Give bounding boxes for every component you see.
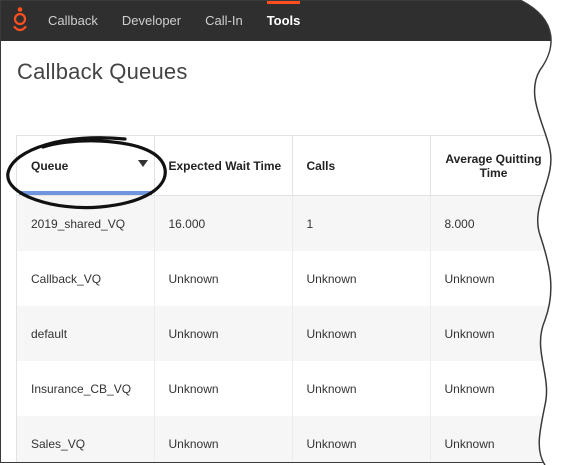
column-header-label: Expected Wait Time (168, 158, 282, 173)
column-header-label: Average Quitting Time (445, 151, 542, 180)
calls-cell: 1 (292, 195, 431, 251)
calls-cell: Unknown (292, 361, 431, 416)
table-row[interactable]: default Unknown Unknown Unknown (17, 306, 558, 361)
table-row[interactable]: Callback_VQ Unknown Unknown Unknown (17, 251, 558, 306)
genesys-logo-icon[interactable] (10, 6, 30, 36)
calls-cell: Unknown (292, 416, 431, 462)
queues-table: Queue Expected Wait Time Calls Average Q… (16, 135, 558, 462)
nav-item-call-in[interactable]: Call-In (205, 1, 243, 41)
app-window: Callback Developer Call-In Tools Callbac… (0, 0, 562, 463)
calls-cell: Unknown (292, 251, 431, 306)
column-header-queue[interactable]: Queue (17, 136, 155, 196)
queue-cell: Callback_VQ (17, 251, 155, 306)
expected-wait-cell: Unknown (154, 361, 293, 416)
avg-quitting-cell: 8.000 (430, 195, 558, 251)
column-header-calls[interactable]: Calls (292, 136, 431, 196)
expected-wait-cell: Unknown (154, 251, 293, 306)
avg-quitting-cell: Unknown (430, 251, 558, 306)
top-navigation-bar: Callback Developer Call-In Tools (1, 1, 561, 41)
expected-wait-cell: 16.000 (154, 195, 293, 251)
sort-down-icon[interactable] (137, 160, 148, 167)
table-row[interactable]: Sales_VQ Unknown Unknown Unknown (17, 416, 558, 462)
avg-quitting-cell: Unknown (430, 361, 558, 416)
queue-cell: default (17, 306, 155, 361)
table-row[interactable]: Insurance_CB_VQ Unknown Unknown Unknown (17, 361, 558, 416)
page-title: Callback Queues (17, 59, 188, 84)
nav-item-developer[interactable]: Developer (122, 1, 181, 41)
nav-item-tools[interactable]: Tools (266, 1, 300, 41)
expected-wait-cell: Unknown (154, 306, 293, 361)
table-row[interactable]: 2019_shared_VQ 16.000 1 8.000 (17, 195, 558, 251)
column-header-label: Queue (31, 158, 69, 173)
queue-cell: Sales_VQ (17, 416, 155, 462)
column-header-label: Calls (306, 158, 336, 173)
column-header-average-quitting-time[interactable]: Average Quitting Time (430, 136, 558, 196)
table-header-row: Queue Expected Wait Time Calls Average Q… (17, 136, 558, 196)
avg-quitting-cell: Unknown (430, 306, 558, 361)
queue-cell: 2019_shared_VQ (17, 195, 155, 251)
sort-indicator (19, 191, 152, 195)
avg-quitting-cell: Unknown (430, 416, 558, 462)
column-header-expected-wait-time[interactable]: Expected Wait Time (154, 136, 293, 196)
queue-cell: Insurance_CB_VQ (17, 361, 155, 416)
expected-wait-cell: Unknown (154, 416, 293, 462)
calls-cell: Unknown (292, 306, 431, 361)
nav-item-callback[interactable]: Callback (48, 1, 98, 41)
